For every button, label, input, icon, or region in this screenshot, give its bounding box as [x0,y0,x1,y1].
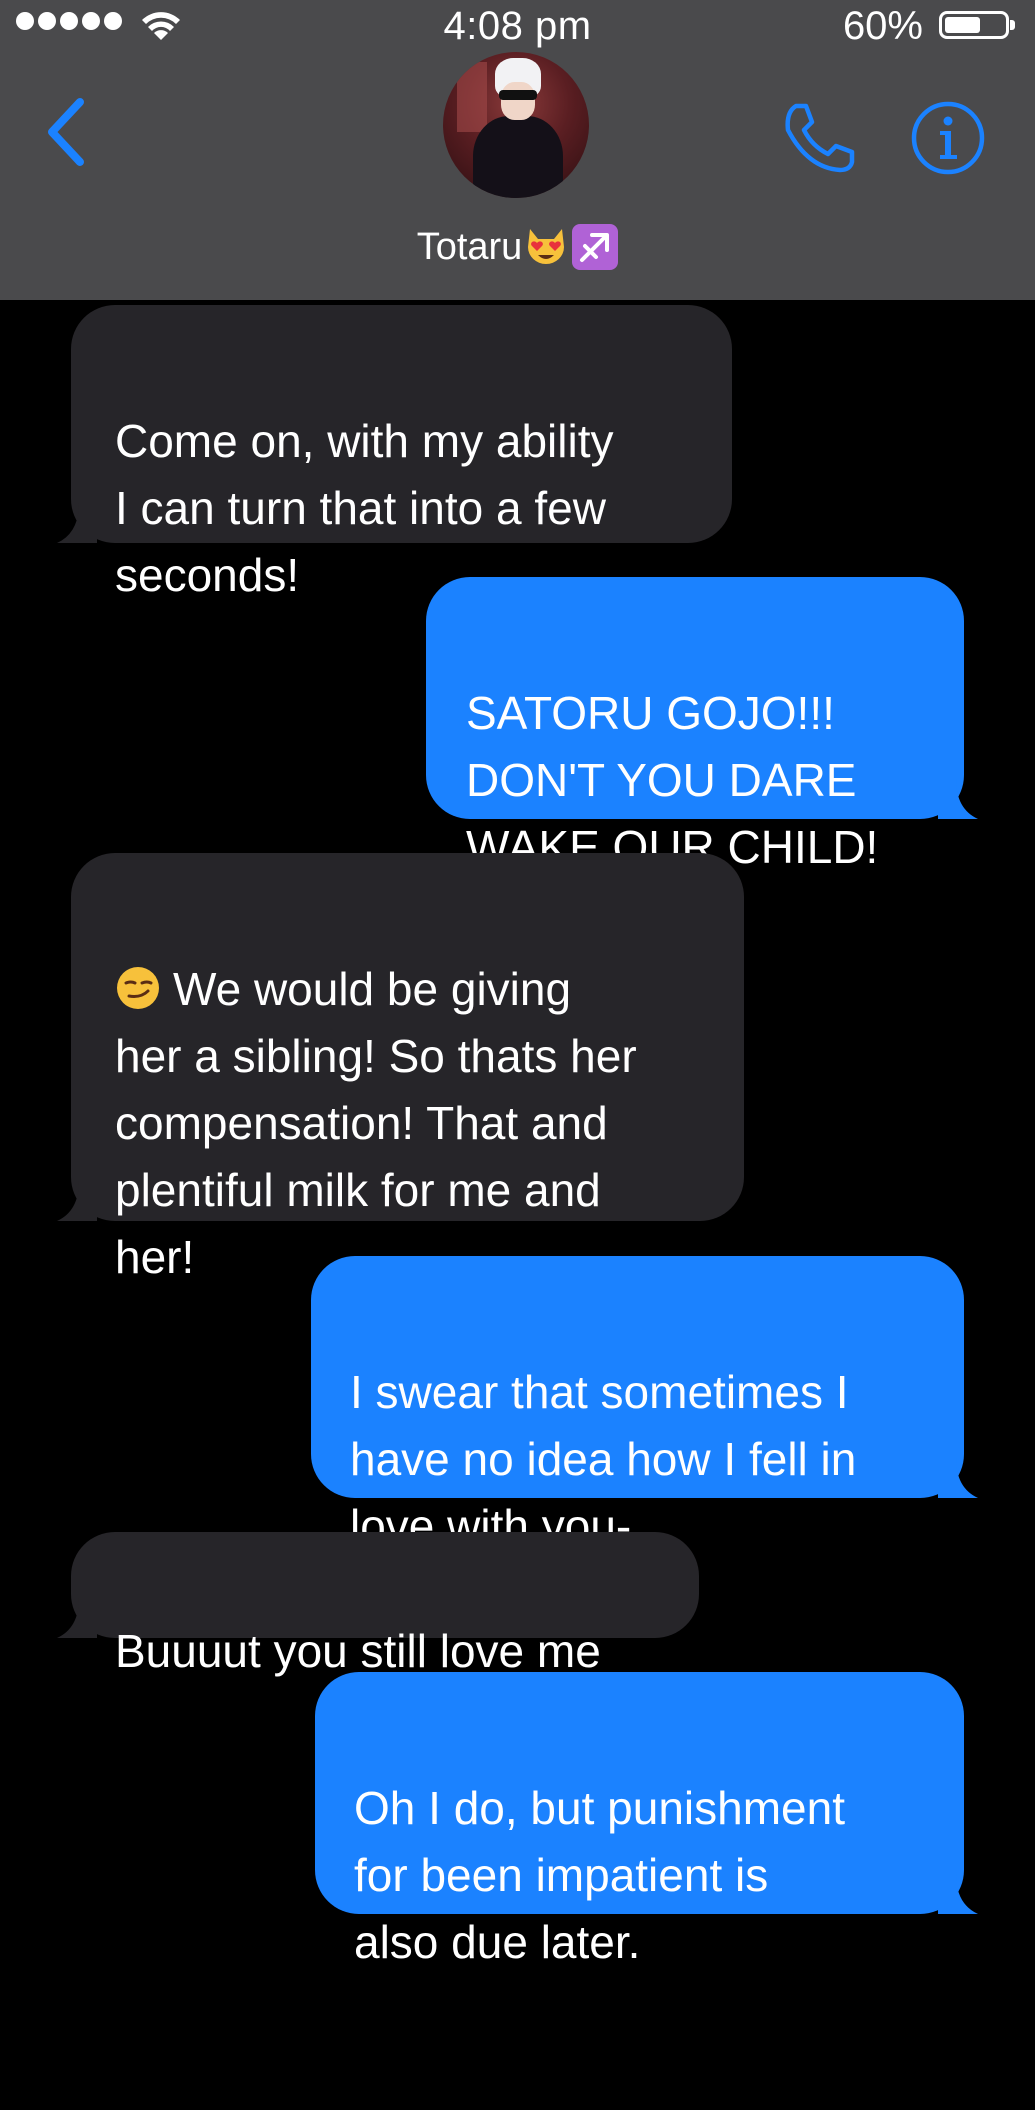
outgoing-message-bubble[interactable]: Oh I do, but punishment for been impatie… [315,1672,978,1968]
outgoing-message-bubble[interactable]: SATORU GOJO!!! DON'T YOU DARE WAKE OUR C… [426,577,978,873]
chevron-left-icon [48,98,84,166]
bubble-tail [57,1181,97,1221]
conversation-header: 4:08 pm 60% Totaru [0,0,1035,300]
message-text: I swear that sometimes I have no idea ho… [350,1366,857,1552]
message-text: Oh I do, but punishment for been impatie… [354,1782,845,1968]
message-text-content: We would be giving her a sibling! So tha… [115,963,637,1283]
info-button[interactable] [910,100,986,176]
smiling-cat-heart-eyes-icon [528,229,565,264]
bubble-tail [938,779,978,819]
smirking-face-icon [117,967,159,1009]
message-text: We would be giving her a sibling! So tha… [115,956,704,1291]
info-icon [911,101,985,175]
contact-avatar[interactable] [443,52,589,198]
outgoing-message-bubble[interactable]: I swear that sometimes I have no idea ho… [311,1256,978,1552]
incoming-message-bubble[interactable]: Come on, with my ability I can turn that… [57,305,732,601]
contact-name-row[interactable]: Totaru [0,224,1035,270]
back-button[interactable] [40,96,96,168]
phone-icon [785,103,855,173]
bubble-tail [938,1874,978,1914]
contact-name: Totaru [416,225,523,268]
sagittarius-icon [572,224,619,270]
status-bar: 4:08 pm 60% [0,0,1035,56]
message-thread[interactable]: Come on, with my ability I can turn that… [0,300,1035,1968]
bubble-tail [57,1598,97,1638]
bubble-tail [938,1458,978,1498]
battery-icon [939,11,1015,39]
battery-percent: 60% [842,4,923,48]
incoming-message-bubble[interactable]: Buuuut you still love me [57,1532,699,1677]
call-button[interactable] [778,100,858,176]
message-text: SATORU GOJO!!! DON'T YOU DARE WAKE OUR C… [466,687,879,873]
bubble-tail [57,503,97,543]
incoming-message-bubble[interactable]: We would be giving her a sibling! So tha… [57,853,744,1283]
